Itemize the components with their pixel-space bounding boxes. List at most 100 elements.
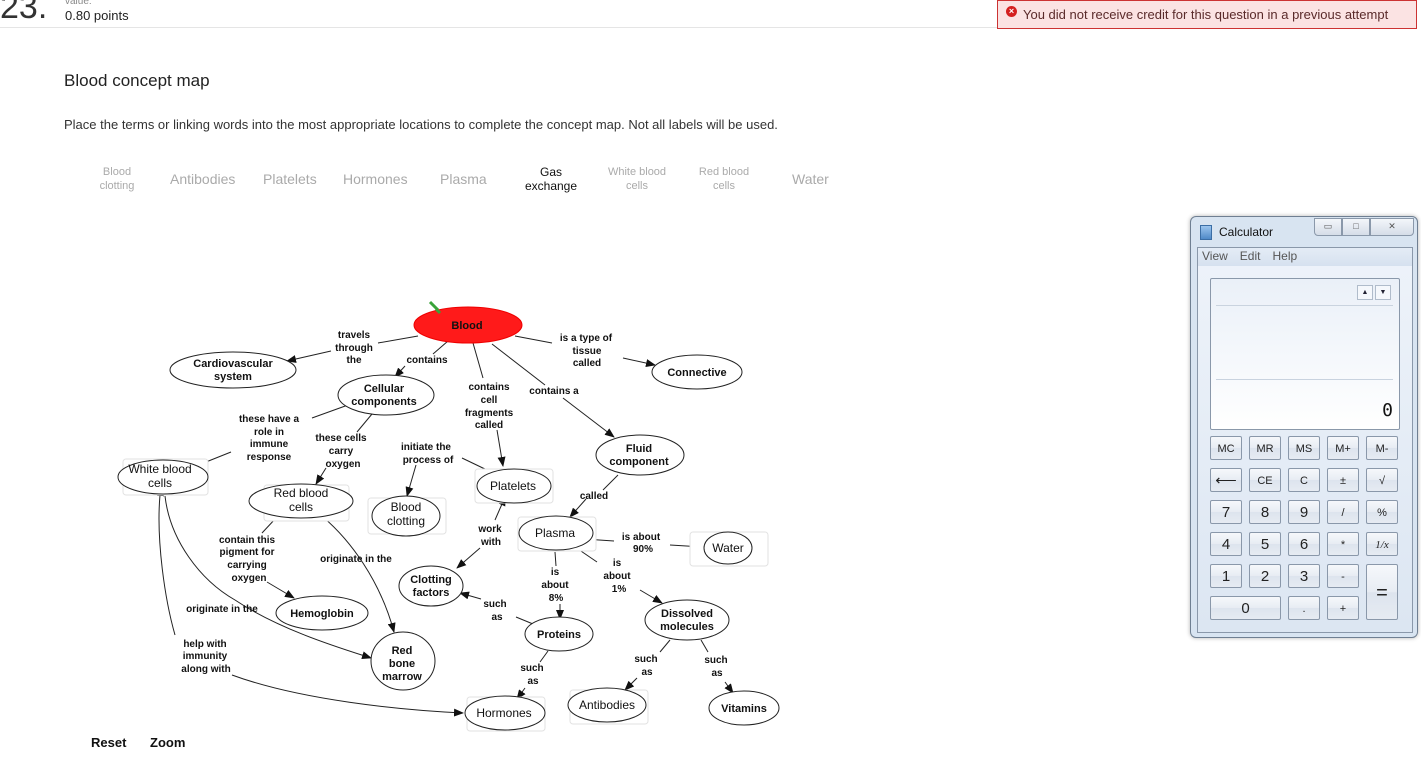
node-label: Platelets [490,479,536,493]
link-label: contains [406,355,448,366]
key-6[interactable]: 6 [1288,532,1320,556]
node-fluid [595,434,685,476]
calculator-window: Calculator ▭ □ ✕ View Edit Help ▲ ▼ 0 MC… [1190,216,1418,638]
node-label: Cardiovascular [193,358,273,370]
key-ce[interactable]: CE [1249,468,1281,492]
link-label: such [634,654,657,665]
node-label: Red blood [274,486,329,500]
node-label: molecules [660,621,714,633]
node-dissolved-molecules [644,599,730,641]
key-3[interactable]: 3 [1288,564,1320,588]
link-label: these cells [315,433,367,444]
node-label: Connective [667,367,726,379]
key-mr[interactable]: MR [1249,436,1281,460]
link-label: role in [254,427,284,438]
reset-button[interactable]: Reset [91,735,126,750]
link-label: help with [183,639,226,650]
link-label: the [347,355,362,366]
key-subtract[interactable]: - [1327,564,1359,588]
link-label: as [527,676,539,687]
link-label: such [704,655,727,666]
key-plus-minus[interactable]: ± [1327,468,1359,492]
link-label: is a type of [560,333,613,344]
menu-edit[interactable]: Edit [1240,248,1261,266]
calculator-app-icon [1200,225,1212,240]
node-cellular [337,374,435,416]
key-8[interactable]: 8 [1249,500,1281,524]
node-label: component [609,456,669,468]
key-add[interactable]: + [1327,596,1359,620]
key-ms[interactable]: MS [1288,436,1320,460]
link-label: immunity [183,651,228,662]
display-divider [1216,379,1393,380]
link-label: such [483,599,506,610]
close-button[interactable]: ✕ [1370,218,1414,236]
menu-help[interactable]: Help [1272,248,1297,266]
key-c[interactable]: C [1288,468,1320,492]
link-label: called [573,358,601,369]
concept-map: Blood Cardiovascular system Connective C… [117,300,780,732]
key-7[interactable]: 7 [1210,500,1242,524]
node-label: Clotting [410,574,452,586]
history-down-icon[interactable]: ▼ [1375,285,1391,300]
calculator-titlebar[interactable]: Calculator ▭ □ ✕ [1191,217,1417,243]
key-m-plus[interactable]: M+ [1327,436,1359,460]
link-label: initiate the [401,442,451,453]
link-label: travels [338,330,371,341]
link-label: as [491,612,503,623]
maximize-button[interactable]: □ [1342,218,1370,236]
node-label: clotting [387,514,425,528]
link-label: fragments [465,408,514,419]
key-2[interactable]: 2 [1249,564,1281,588]
link-label: as [711,668,723,679]
link-label: originate in the [186,604,258,615]
link-label: is [551,567,560,578]
key-equals[interactable]: = [1366,564,1398,620]
key-backspace[interactable]: ⟵ [1210,468,1242,492]
key-m-minus[interactable]: M- [1366,436,1398,460]
node-label: Plasma [535,526,575,540]
link-label: process of [403,455,454,466]
calculator-display: ▲ ▼ 0 [1210,278,1400,430]
key-reciprocal[interactable]: 1/x [1366,532,1398,556]
link-label: response [247,452,292,463]
key-divide[interactable]: / [1327,500,1359,524]
node-label: marrow [382,671,422,683]
node-label: cells [148,476,172,490]
link-label: through [335,343,373,354]
node-label: system [214,371,252,383]
key-percent[interactable]: % [1366,500,1398,524]
node-label: Cellular [364,383,405,395]
node-label: Hemoglobin [290,608,354,620]
key-4[interactable]: 4 [1210,532,1242,556]
link-label: pigment for [220,547,275,558]
key-sqrt[interactable]: √ [1366,468,1398,492]
key-0[interactable]: 0 [1210,596,1281,620]
node-label: Fluid [626,443,652,455]
key-9[interactable]: 9 [1288,500,1320,524]
node-label: White blood [128,462,191,476]
node-label: Antibodies [579,698,635,712]
link-label: about [541,580,569,591]
node-label: Water [712,541,744,555]
link-label: contains a [529,386,579,397]
key-decimal[interactable]: . [1288,596,1320,620]
key-5[interactable]: 5 [1249,532,1281,556]
key-mc[interactable]: MC [1210,436,1242,460]
link-label: 1% [612,584,627,595]
key-1[interactable]: 1 [1210,564,1242,588]
key-multiply[interactable]: * [1327,532,1359,556]
link-label: tissue [573,346,602,357]
error-icon: × [1006,6,1017,17]
node-label: Blood [451,320,482,332]
no-credit-alert: × You did not receive credit for this qu… [997,0,1417,29]
zoom-button[interactable]: Zoom [150,735,185,750]
calculator-menubar: View Edit Help [1198,248,1412,266]
history-up-icon[interactable]: ▲ [1357,285,1373,300]
link-label: called [580,491,608,502]
menu-view[interactable]: View [1202,248,1228,266]
minimize-button[interactable]: ▭ [1314,218,1342,236]
node-label: components [351,396,416,408]
node-label: bone [389,658,415,670]
link-label: such [520,663,543,674]
